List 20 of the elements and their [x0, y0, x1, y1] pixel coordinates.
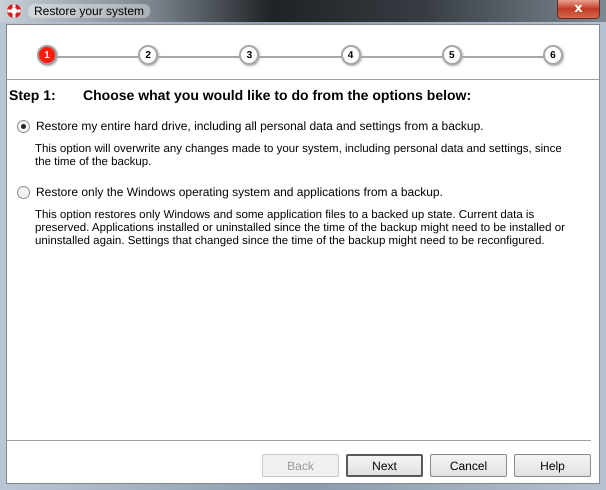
step-label: Step 1: [9, 87, 57, 103]
dialog-button[interactable]: Cancel [430, 454, 507, 477]
step-circle: 5 [442, 45, 462, 65]
dialog-button[interactable]: Help [514, 454, 591, 477]
option-label[interactable]: Restore only the Windows operating system and applications from a backup. [36, 185, 443, 199]
step-circle: 3 [239, 45, 260, 65]
option-description: This option will overwrite any changes made to your system, including personal data and settings, since the time of the backup. [35, 143, 563, 169]
step-circle: 4 [340, 45, 361, 65]
step-heading: Choose what you would like to do from the options below: [83, 87, 472, 103]
radio-button[interactable] [17, 186, 30, 198]
close-button[interactable]: x [557, 0, 600, 19]
radio-button[interactable] [17, 120, 30, 132]
window-title: Restore your system [28, 4, 150, 18]
step-circle: 6 [542, 45, 563, 65]
option-label[interactable]: Restore my entire hard drive, including all personal data and settings from a backup. [36, 119, 484, 133]
lifebuoy-icon [6, 3, 22, 19]
step-circle: 1 [37, 45, 57, 65]
option-description: This option restores only Windows and some application files to a backed up state. Current data is preserved. Applications installed or uninstalled since the time of the backup might need to be installed or uninstalled again. Settings that changed since the time of the backup might need to be reconfigured. [35, 209, 566, 248]
step-circle: 2 [138, 45, 158, 65]
dialog-button[interactable]: Next [346, 454, 423, 477]
